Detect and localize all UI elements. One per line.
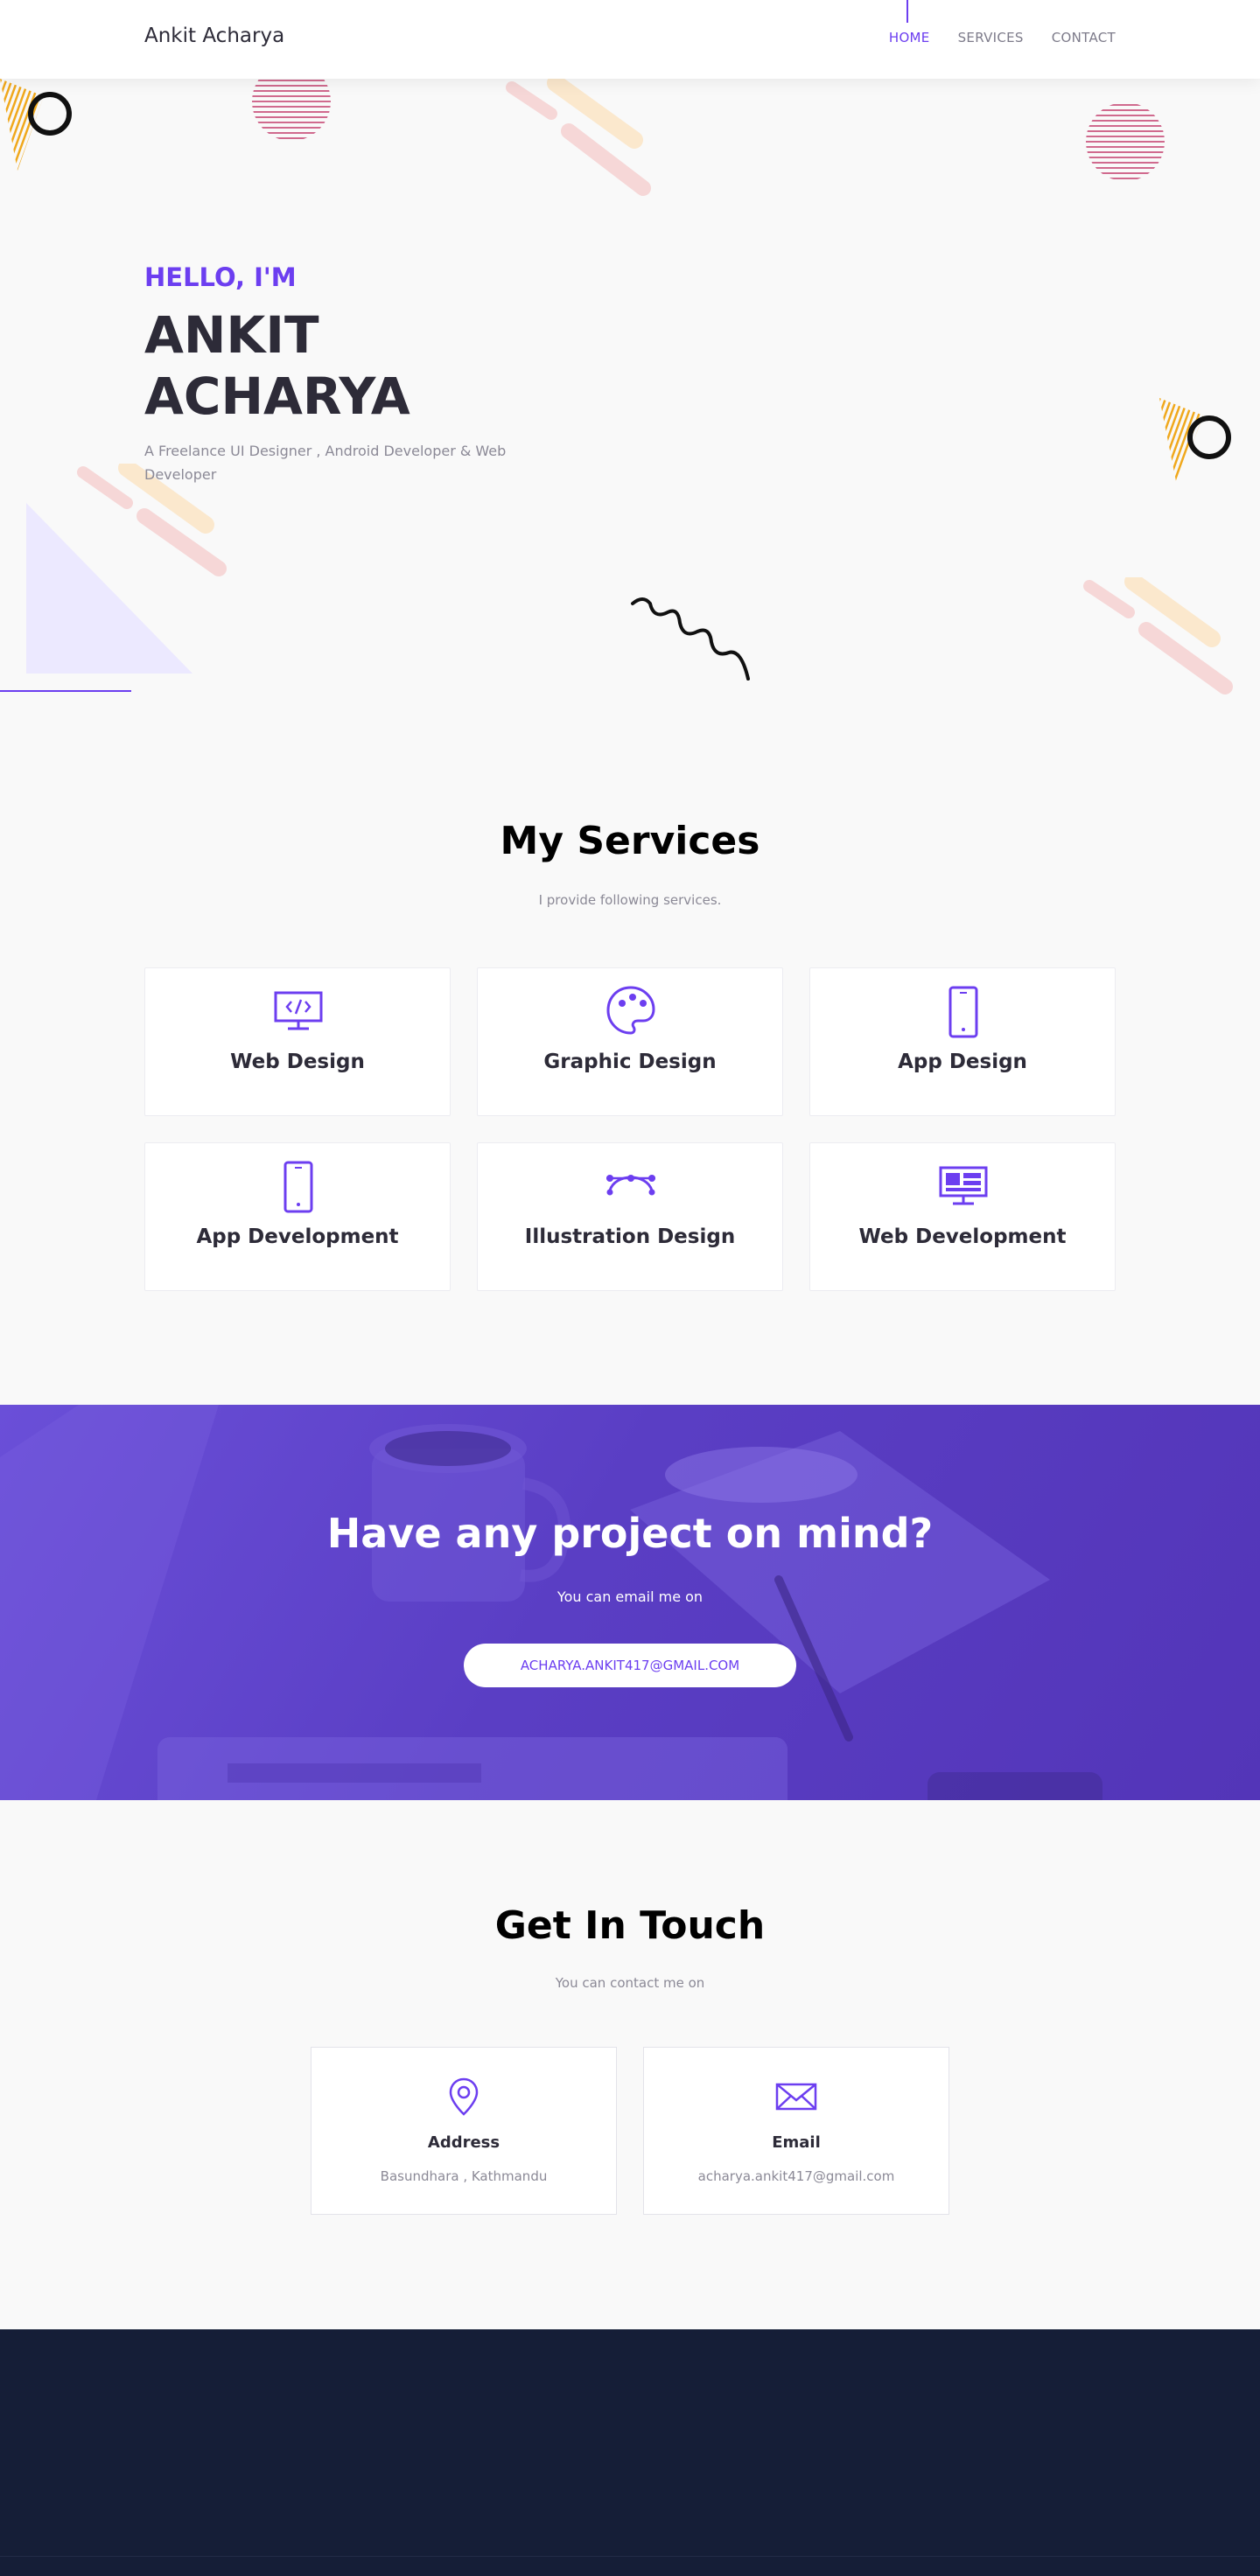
pills-decoration — [506, 79, 651, 196]
contact-title: Get In Touch — [494, 1903, 766, 1948]
services-title: My Services — [500, 819, 760, 863]
service-card-web-design[interactable]: Web Design — [144, 967, 451, 1116]
hero-intro: HELLO, I'M ANKIT ACHARYA A Freelance UI … — [144, 262, 512, 486]
cta-title: Have any project on mind? — [326, 1510, 934, 1557]
hero-greeting: HELLO, I'M — [144, 262, 297, 292]
nav-item-home[interactable]: HOME — [889, 30, 930, 45]
monitor-code-icon — [274, 991, 323, 1030]
corner-triangle-decoration — [0, 464, 227, 692]
contact-card-label: Email — [772, 2133, 821, 2152]
service-card-app-development[interactable]: App Development — [144, 1142, 451, 1291]
navbar: Ankit Acharya HOME SERVICES CONTACT — [0, 0, 1260, 79]
main-nav: HOME SERVICES CONTACT — [889, 30, 1116, 45]
hero-name: ANKIT ACHARYA — [144, 304, 459, 427]
triangle-stripes-decoration-right — [1159, 398, 1231, 485]
contact-card-value[interactable]: acharya.ankit417@gmail.com — [644, 2168, 948, 2184]
hero-subtitle: A Freelance UI Designer , Android Develo… — [144, 443, 507, 483]
striped-circle-decoration-right — [1086, 104, 1165, 179]
contact-card-email: Email acharya.ankit417@gmail.com — [643, 2047, 949, 2215]
envelope-icon — [775, 2083, 817, 2111]
squiggle-decoration — [631, 597, 750, 681]
email-button[interactable]: ACHARYA.ANKIT417@GMAIL.COM — [464, 1644, 796, 1687]
service-card-app-design[interactable]: App Design — [809, 967, 1116, 1116]
hero-name-last: ACHARYA — [144, 367, 410, 426]
contact-card-address: Address Basundhara , Kathmandu — [311, 2047, 617, 2215]
cta-subtitle: You can email me on — [556, 1588, 704, 1605]
hero-name-first: ANKIT — [144, 305, 319, 365]
services-subtitle: I provide following services. — [538, 892, 722, 908]
pills-decoration-right — [1083, 577, 1233, 695]
contact-card-label: Address — [427, 2133, 500, 2152]
cta-section: Have any project on mind? You can email … — [0, 1405, 1260, 1800]
contact-subtitle: You can contact me on — [555, 1975, 705, 1991]
service-card-graphic-design[interactable]: Graphic Design — [477, 967, 783, 1116]
service-card-label: Graphic Design — [543, 1051, 717, 1073]
nav-active-indicator — [906, 0, 908, 23]
smartphone-icon — [948, 986, 978, 1038]
smartphone-icon — [284, 1161, 313, 1213]
nav-item-services[interactable]: SERVICES — [958, 30, 1024, 45]
palette-icon — [606, 986, 655, 1035]
contact-card-value: Basundhara , Kathmandu — [380, 2168, 548, 2184]
monitor-layout-icon — [939, 1166, 988, 1205]
bezier-curve-icon — [606, 1175, 655, 1196]
striped-circle-decoration — [252, 80, 331, 139]
footer — [0, 2329, 1260, 2576]
hero-section: HELLO, I'M ANKIT ACHARYA A Freelance UI … — [0, 79, 1260, 770]
services-section: My Services I provide following services… — [0, 770, 1260, 1405]
service-card-illustration-design[interactable]: Illustration Design — [477, 1142, 783, 1291]
footer-divider — [0, 2556, 1260, 2557]
service-card-label: Illustration Design — [524, 1225, 736, 1248]
service-card-label: App Development — [196, 1225, 399, 1248]
triangle-stripes-decoration — [0, 79, 72, 171]
contact-section: Get In Touch You can contact me on Addre… — [0, 1800, 1260, 2329]
service-card-label: Web Design — [230, 1051, 365, 1073]
brand-logo[interactable]: Ankit Acharya — [144, 24, 284, 47]
service-card-web-development[interactable]: Web Development — [809, 1142, 1116, 1291]
service-card-label: Web Development — [858, 1225, 1067, 1248]
nav-item-contact[interactable]: CONTACT — [1052, 30, 1116, 45]
service-card-label: App Design — [898, 1051, 1027, 1073]
map-pin-icon — [449, 2077, 479, 2116]
